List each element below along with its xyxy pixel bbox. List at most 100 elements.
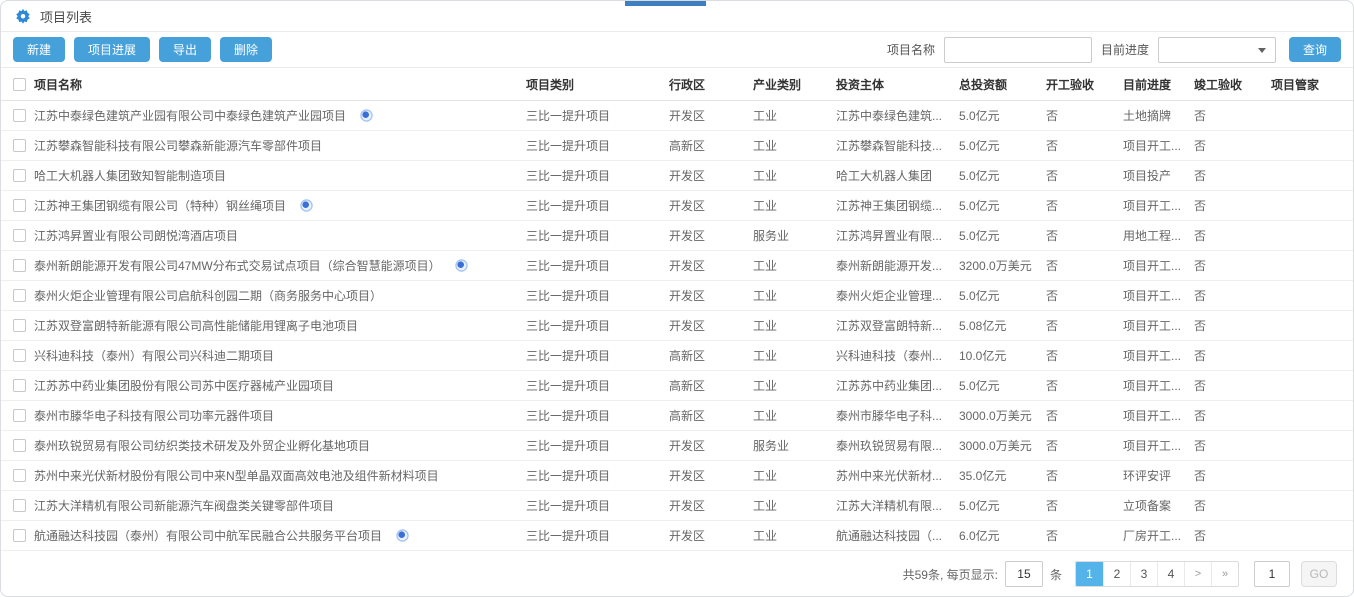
next-page-button[interactable]: > bbox=[1184, 562, 1211, 586]
table-row[interactable]: 江苏鸿昇置业有限公司朗悦湾酒店项目 三比一提升项目 开发区 服务业 江苏鸿昇置业… bbox=[1, 221, 1353, 251]
new-button[interactable]: 新建 bbox=[13, 37, 65, 62]
project-progress-button[interactable]: 项目进展 bbox=[74, 37, 150, 62]
table-row[interactable]: 泰州火炬企业管理有限公司启航科创园二期（商务服务中心项目） 三比一提升项目 开发… bbox=[1, 281, 1353, 311]
current-progress-select[interactable] bbox=[1158, 37, 1276, 63]
project-name: 江苏苏中药业集团股份有限公司苏中医疗器械产业园项目 bbox=[34, 377, 334, 394]
current-progress: 用地工程... bbox=[1123, 227, 1194, 244]
current-progress: 项目开工... bbox=[1123, 407, 1194, 424]
investor: 江苏大洋精机有限... bbox=[836, 497, 959, 514]
current-progress: 立项备案 bbox=[1123, 497, 1194, 514]
page-button-2[interactable]: 2 bbox=[1103, 562, 1130, 586]
row-checkbox[interactable] bbox=[13, 169, 26, 182]
project-category: 三比一提升项目 bbox=[526, 257, 669, 274]
total-investment: 35.0亿元 bbox=[959, 467, 1046, 484]
table-body: 江苏中泰绿色建筑产业园有限公司中泰绿色建筑产业园项目 三比一提升项目 开发区 工… bbox=[1, 101, 1353, 551]
current-progress: 厂房开工... bbox=[1123, 527, 1194, 544]
table-row[interactable]: 兴科迪科技（泰州）有限公司兴科迪二期项目 三比一提升项目 高新区 工业 兴科迪科… bbox=[1, 341, 1353, 371]
table-row[interactable]: 泰州市滕华电子科技有限公司功率元器件项目 三比一提升项目 高新区 工业 泰州市滕… bbox=[1, 401, 1353, 431]
table-header: 项目名称 项目类别 行政区 产业类别 投资主体 总投资额 开工验收 目前进度 竣… bbox=[1, 68, 1353, 101]
row-checkbox[interactable] bbox=[13, 229, 26, 242]
project-category: 三比一提升项目 bbox=[526, 137, 669, 154]
start-acceptance: 否 bbox=[1046, 197, 1123, 214]
row-checkbox[interactable] bbox=[13, 349, 26, 362]
page-jump-input[interactable] bbox=[1254, 561, 1290, 587]
eye-icon[interactable] bbox=[300, 199, 313, 212]
row-checkbox[interactable] bbox=[13, 409, 26, 422]
row-checkbox[interactable] bbox=[13, 289, 26, 302]
industry-category: 服务业 bbox=[753, 227, 836, 244]
project-name: 泰州玖锐贸易有限公司纺织类技术研发及外贸企业孵化基地项目 bbox=[34, 437, 370, 454]
project-name: 江苏大洋精机有限公司新能源汽车阀盘类关键零部件项目 bbox=[34, 497, 334, 514]
start-acceptance: 否 bbox=[1046, 287, 1123, 304]
page-button-4[interactable]: 4 bbox=[1157, 562, 1184, 586]
row-checkbox[interactable] bbox=[13, 529, 26, 542]
row-checkbox[interactable] bbox=[13, 259, 26, 272]
completion-acceptance: 否 bbox=[1194, 467, 1271, 484]
eye-icon[interactable] bbox=[455, 259, 468, 272]
completion-acceptance: 否 bbox=[1194, 287, 1271, 304]
query-button[interactable]: 查询 bbox=[1289, 37, 1341, 62]
total-investment: 3000.0万美元 bbox=[959, 407, 1046, 424]
start-acceptance: 否 bbox=[1046, 347, 1123, 364]
industry-category: 工业 bbox=[753, 197, 836, 214]
table-row[interactable]: 苏州中来光伏新材股份有限公司中来N型单晶双面高效电池及组件新材料项目 三比一提升… bbox=[1, 461, 1353, 491]
project-name: 兴科迪科技（泰州）有限公司兴科迪二期项目 bbox=[34, 347, 274, 364]
start-acceptance: 否 bbox=[1046, 227, 1123, 244]
table-row[interactable]: 江苏双登富朗特新能源有限公司高性能储能用锂离子电池项目 三比一提升项目 开发区 … bbox=[1, 311, 1353, 341]
row-checkbox[interactable] bbox=[13, 469, 26, 482]
go-button[interactable]: GO bbox=[1301, 561, 1337, 587]
toolbar: 新建 项目进展 导出 删除 项目名称 目前进度 查询 bbox=[1, 32, 1353, 68]
row-checkbox[interactable] bbox=[13, 439, 26, 452]
select-all-checkbox[interactable] bbox=[13, 78, 26, 91]
start-acceptance: 否 bbox=[1046, 437, 1123, 454]
industry-category: 工业 bbox=[753, 467, 836, 484]
table-row[interactable]: 江苏神王集团钢缆有限公司（特种）钢丝绳项目 三比一提升项目 开发区 工业 江苏神… bbox=[1, 191, 1353, 221]
table-row[interactable]: 哈工大机器人集团致知智能制造项目 三比一提升项目 开发区 工业 哈工大机器人集团… bbox=[1, 161, 1353, 191]
industry-category: 服务业 bbox=[753, 437, 836, 454]
completion-acceptance: 否 bbox=[1194, 257, 1271, 274]
eye-icon[interactable] bbox=[396, 529, 409, 542]
table-row[interactable]: 航通融达科技园（泰州）有限公司中航军民融合公共服务平台项目 三比一提升项目 开发… bbox=[1, 521, 1353, 551]
district: 开发区 bbox=[669, 287, 753, 304]
industry-category: 工业 bbox=[753, 167, 836, 184]
col-project-manager: 项目管家 bbox=[1271, 76, 1353, 93]
eye-icon[interactable] bbox=[360, 109, 373, 122]
col-completion-acceptance: 竣工验收 bbox=[1194, 76, 1271, 93]
completion-acceptance: 否 bbox=[1194, 137, 1271, 154]
total-investment: 6.0亿元 bbox=[959, 527, 1046, 544]
district: 开发区 bbox=[669, 497, 753, 514]
district: 开发区 bbox=[669, 437, 753, 454]
table-row[interactable]: 泰州玖锐贸易有限公司纺织类技术研发及外贸企业孵化基地项目 三比一提升项目 开发区… bbox=[1, 431, 1353, 461]
project-category: 三比一提升项目 bbox=[526, 197, 669, 214]
completion-acceptance: 否 bbox=[1194, 527, 1271, 544]
start-acceptance: 否 bbox=[1046, 467, 1123, 484]
table-row[interactable]: 江苏大洋精机有限公司新能源汽车阀盘类关键零部件项目 三比一提升项目 开发区 工业… bbox=[1, 491, 1353, 521]
table-row[interactable]: 泰州新朗能源开发有限公司47MW分布式交易试点项目（综合智慧能源项目） 三比一提… bbox=[1, 251, 1353, 281]
page-button-3[interactable]: 3 bbox=[1130, 562, 1157, 586]
industry-category: 工业 bbox=[753, 137, 836, 154]
current-progress: 项目开工... bbox=[1123, 347, 1194, 364]
table-row[interactable]: 江苏苏中药业集团股份有限公司苏中医疗器械产业园项目 三比一提升项目 高新区 工业… bbox=[1, 371, 1353, 401]
col-start-acceptance: 开工验收 bbox=[1046, 76, 1123, 93]
row-checkbox[interactable] bbox=[13, 109, 26, 122]
delete-button[interactable]: 删除 bbox=[220, 37, 272, 62]
page-button-1[interactable]: 1 bbox=[1076, 562, 1103, 586]
industry-category: 工业 bbox=[753, 257, 836, 274]
row-checkbox[interactable] bbox=[13, 319, 26, 332]
page-size-input[interactable] bbox=[1005, 561, 1043, 587]
row-checkbox[interactable] bbox=[13, 499, 26, 512]
project-category: 三比一提升项目 bbox=[526, 347, 669, 364]
last-page-button[interactable]: » bbox=[1211, 562, 1238, 586]
row-checkbox[interactable] bbox=[13, 379, 26, 392]
table-row[interactable]: 江苏中泰绿色建筑产业园有限公司中泰绿色建筑产业园项目 三比一提升项目 开发区 工… bbox=[1, 101, 1353, 131]
industry-category: 工业 bbox=[753, 107, 836, 124]
start-acceptance: 否 bbox=[1046, 107, 1123, 124]
table-row[interactable]: 江苏攀森智能科技有限公司攀森新能源汽车零部件项目 三比一提升项目 高新区 工业 … bbox=[1, 131, 1353, 161]
project-name-input[interactable] bbox=[944, 37, 1092, 63]
row-checkbox[interactable] bbox=[13, 199, 26, 212]
search-area: 项目名称 目前进度 查询 bbox=[887, 37, 1341, 63]
row-checkbox[interactable] bbox=[13, 139, 26, 152]
completion-acceptance: 否 bbox=[1194, 317, 1271, 334]
total-count-text: 共59条, 每页显示: bbox=[903, 566, 998, 583]
export-button[interactable]: 导出 bbox=[159, 37, 211, 62]
